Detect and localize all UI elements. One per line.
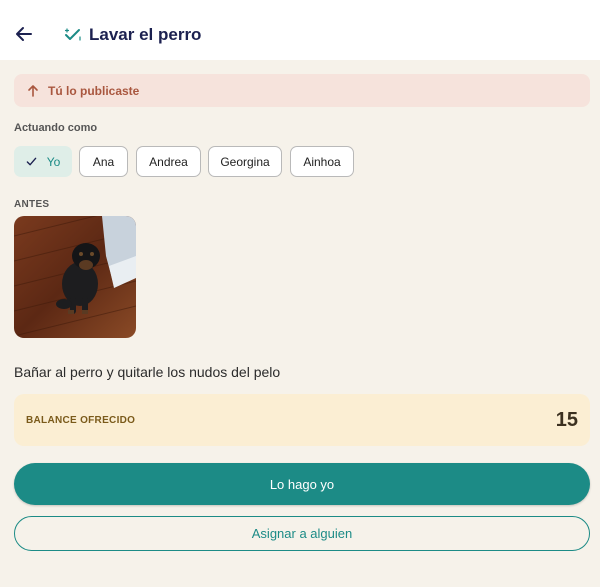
app-bar: Lavar el perro <box>0 0 600 60</box>
chip-georgina[interactable]: Georgina <box>208 146 282 177</box>
posted-by-you-banner: Tú lo publicaste <box>14 74 590 107</box>
assign-someone-button[interactable]: Asignar a alguien <box>14 516 590 551</box>
balance-value: 15 <box>555 409 578 431</box>
page-title: Lavar el perro <box>89 25 202 44</box>
chip-label: Ana <box>92 154 115 169</box>
task-description: Bañar al perro y quitarle los nudos del … <box>14 364 281 380</box>
balance-label: BALANCE OFRECIDO <box>26 415 136 426</box>
banner-text: Tú lo publicaste <box>48 83 140 98</box>
sparkle-check-icon <box>64 28 81 41</box>
chip-andrea[interactable]: Andrea <box>136 146 201 177</box>
chip-yo[interactable]: Yo <box>14 146 72 177</box>
chip-label: Georgina <box>220 154 270 169</box>
chip-ainhoa[interactable]: Ainhoa <box>290 146 354 177</box>
chip-ana[interactable]: Ana <box>79 146 128 177</box>
back-button[interactable] <box>12 22 36 46</box>
arrow-up-icon <box>28 84 38 97</box>
before-label: ANTES <box>14 199 50 210</box>
check-icon <box>26 157 37 166</box>
chip-label: Yo <box>46 154 61 169</box>
dog-photo[interactable] <box>14 216 136 338</box>
offered-balance-card: BALANCE OFRECIDO 15 <box>14 394 590 446</box>
acting-as-label: Actuando como <box>14 122 98 134</box>
dog-photo-image <box>14 216 136 338</box>
chip-label: Andrea <box>149 154 188 169</box>
arrow-left-icon <box>16 27 32 41</box>
chip-label: Ainhoa <box>303 154 341 169</box>
do-it-myself-button[interactable]: Lo hago yo <box>14 463 590 505</box>
